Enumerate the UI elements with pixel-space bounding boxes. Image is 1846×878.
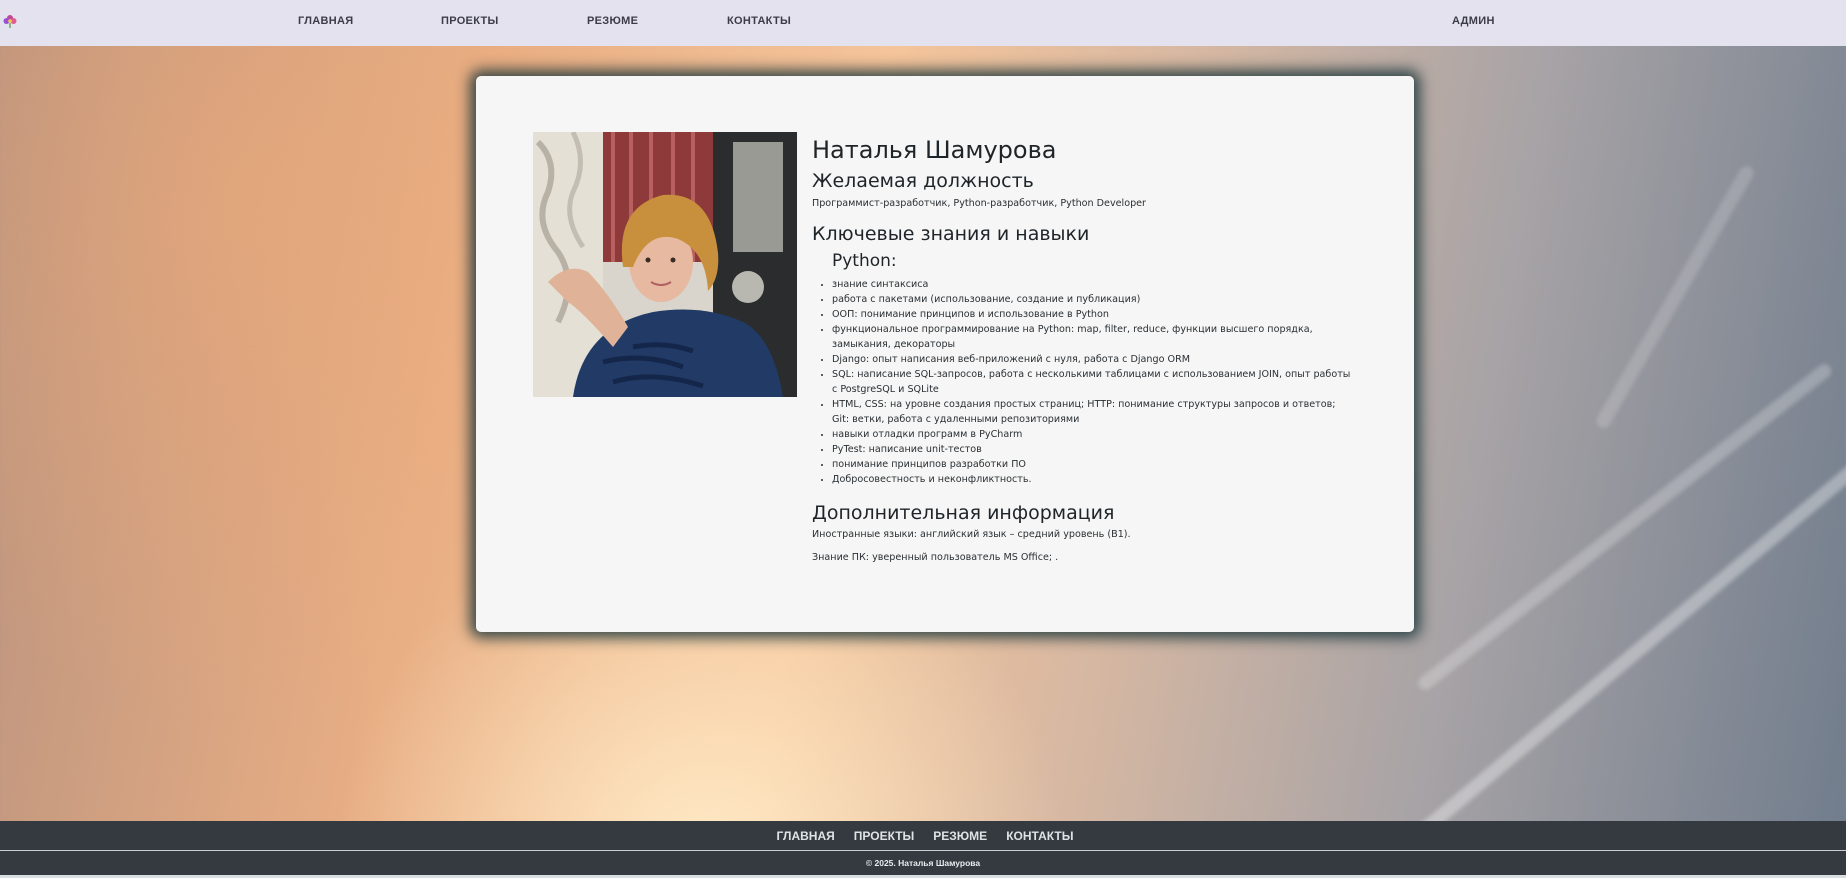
profile-photo-image [533,132,797,397]
nav-projects-link[interactable]: ПРОЕКТЫ [441,15,499,27]
desired-position-text: Программист-разработчик, Python-разработ… [812,198,1147,209]
skill-item: работа с пакетами (использование, создан… [832,292,1352,307]
desired-position-heading: Желаемая должность [812,170,1034,192]
extra-info-heading: Дополнительная информация [812,502,1115,524]
skill-item: навыки отладки программ в PyCharm [832,427,1352,442]
skill-item: Django: опыт написания веб-приложений с … [832,352,1352,367]
skill-item: SQL: написание SQL-запросов, работа с не… [832,367,1352,397]
copyright-text: © 2025. Наталья Шамурова [865,858,981,868]
nav-contacts-link[interactable]: КОНТАКТЫ [727,15,791,27]
nav-admin-link[interactable]: АДМИН [1452,15,1495,27]
skill-item: функциональное программирование на Pytho… [832,322,1352,352]
skill-item: ООП: понимание принципов и использование… [832,307,1352,322]
footer-projects-link[interactable]: ПРОЕКТЫ [854,829,915,843]
skill-item: Добросовестность и неконфликтность. [832,472,1352,487]
footer-resume-link[interactable]: РЕЗЮМЕ [933,829,987,843]
pc-skills-text: Знание ПК: уверенный пользователь MS Off… [812,552,1059,563]
background-contrail [1593,163,1757,431]
flower-logo-icon[interactable] [2,13,18,29]
skills-list: знание синтаксиса работа с пакетами (исп… [832,277,1352,487]
python-subheading: Python: [832,251,897,271]
skill-item: PyTest: написание unit-тестов [832,442,1352,457]
profile-photo [533,132,797,397]
skills-heading: Ключевые знания и навыки [812,223,1090,245]
footer-home-link[interactable]: ГЛАВНАЯ [777,829,835,843]
background-contrail [1415,361,1835,693]
resume-card: Наталья Шамурова Желаемая должность Прог… [476,76,1414,632]
footer-divider [0,850,1846,851]
top-navbar: ГЛАВНАЯ ПРОЕКТЫ РЕЗЮМЕ КОНТАКТЫ АДМИН [0,0,1846,46]
nav-resume-link[interactable]: РЕЗЮМЕ [587,15,638,27]
footer-nav: ГЛАВНАЯ ПРОЕКТЫ РЕЗЮМЕ КОНТАКТЫ [0,821,1846,850]
footer: ГЛАВНАЯ ПРОЕКТЫ РЕЗЮМЕ КОНТАКТЫ © 2025. … [0,821,1846,878]
footer-contacts-link[interactable]: КОНТАКТЫ [1006,829,1073,843]
skill-item: понимание принципов разработки ПО [832,457,1352,472]
skill-item: знание синтаксиса [832,277,1352,292]
candidate-name: Наталья Шамурова [812,136,1057,164]
languages-text: Иностранные языки: английский язык – сре… [812,529,1131,540]
skill-item: HTML, CSS: на уровне создания простых ст… [832,397,1352,427]
resume-content: Наталья Шамурова Желаемая должность Прог… [812,132,1352,565]
nav-home-link[interactable]: ГЛАВНАЯ [298,15,353,27]
